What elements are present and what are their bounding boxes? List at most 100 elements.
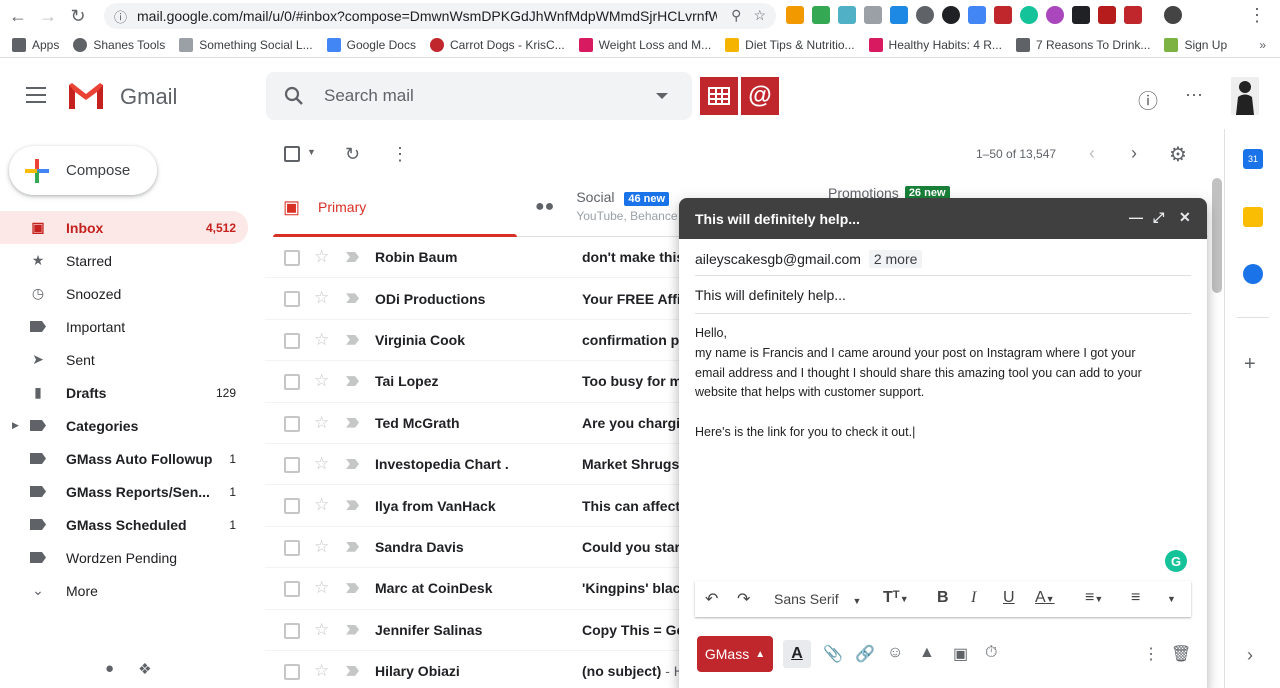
gmass-send-button[interactable]: GMass ▲ <box>697 636 773 672</box>
hangouts-icon[interactable]: ❖ <box>138 660 151 678</box>
italic-icon[interactable]: I <box>971 589 976 607</box>
link-icon[interactable]: 🔗 <box>855 644 875 664</box>
sidebar-item-wordzen-pending[interactable]: Wordzen Pending <box>0 541 256 574</box>
row-checkbox[interactable] <box>284 498 300 515</box>
more-recipients-chip[interactable]: 2 more <box>868 250 923 268</box>
zoom-icon[interactable]: ⚲ <box>731 7 741 24</box>
contacts-icon[interactable]: ● <box>105 660 114 678</box>
extension-icon[interactable] <box>1098 6 1116 24</box>
insert-photo-icon[interactable]: ▣ <box>953 644 968 664</box>
important-marker-icon[interactable] <box>346 541 359 552</box>
star-icon[interactable]: ☆ <box>314 413 329 433</box>
extension-icon[interactable] <box>864 6 882 24</box>
star-icon[interactable]: ☆ <box>314 661 329 681</box>
important-marker-icon[interactable] <box>346 583 359 594</box>
star-icon[interactable]: ☆ <box>314 454 329 474</box>
sidebar-item-gmass-reports[interactable]: GMass Reports/Sen... 1 <box>0 475 256 508</box>
discard-draft-icon[interactable]: 🗑 <box>1171 644 1191 664</box>
bookmark-star-icon[interactable]: ☆ <box>753 7 766 24</box>
tab-primary[interactable]: ▣ Primary <box>273 178 517 237</box>
extension-icon[interactable] <box>916 6 934 24</box>
forward-icon[interactable]: → <box>36 4 60 28</box>
apps-grid-icon[interactable]: ⋯ <box>1185 85 1203 106</box>
search-icon[interactable] <box>284 86 304 106</box>
sidebar-item-categories[interactable]: ▶ Categories <box>0 409 256 442</box>
minimize-icon[interactable]: — <box>1129 209 1143 225</box>
row-checkbox[interactable] <box>284 663 300 680</box>
bookmark-item[interactable]: Google Docs <box>326 37 416 52</box>
important-marker-icon[interactable] <box>346 293 359 304</box>
important-marker-icon[interactable] <box>346 376 359 387</box>
attach-icon[interactable]: 📎 <box>823 644 843 664</box>
sidebar-item-inbox[interactable]: ▣ Inbox 4,512 <box>0 211 248 244</box>
subject-field[interactable]: This will definitely help... <box>695 278 1191 314</box>
bookmark-item[interactable]: Sign Up <box>1164 37 1227 52</box>
extension-icon[interactable] <box>1020 6 1038 24</box>
extension-icon[interactable] <box>838 6 856 24</box>
font-size-icon[interactable]: Tᵀ▼ <box>883 589 909 607</box>
important-marker-icon[interactable] <box>346 417 359 428</box>
more-options-icon[interactable]: ⋮ <box>391 144 409 165</box>
bookmark-item[interactable]: Carrot Dogs - KrisC... <box>429 37 565 52</box>
extension-icon[interactable] <box>786 6 804 24</box>
row-checkbox[interactable] <box>284 250 300 266</box>
gmass-spreadsheet-button[interactable] <box>700 77 738 115</box>
star-icon[interactable]: ☆ <box>314 371 329 391</box>
recipients-field[interactable]: aileyscakesgb@gmail.com 2 more <box>695 242 1191 276</box>
text-color-icon[interactable]: A▼ <box>1035 589 1055 607</box>
sidebar-item-starred[interactable]: ★ Starred <box>0 244 256 277</box>
row-checkbox[interactable] <box>284 415 300 432</box>
bookmark-item[interactable]: Healthy Habits: 4 R... <box>868 37 1002 52</box>
extension-icon[interactable] <box>968 6 986 24</box>
star-icon[interactable]: ☆ <box>314 620 329 640</box>
refresh-icon[interactable]: ↻ <box>345 144 360 165</box>
star-icon[interactable]: ☆ <box>314 330 329 350</box>
expand-caret-icon[interactable]: ▶ <box>12 420 19 431</box>
bookmark-item[interactable]: 7 Reasons To Drink... <box>1015 37 1150 52</box>
row-checkbox[interactable] <box>284 622 300 639</box>
compose-header[interactable]: This will definitely help... — ⤢ ✕ <box>679 198 1207 239</box>
extension-icon[interactable] <box>890 6 908 24</box>
keep-icon[interactable] <box>1243 207 1263 227</box>
star-icon[interactable]: ☆ <box>314 288 329 308</box>
emoji-icon[interactable]: ☺ <box>887 644 903 662</box>
row-checkbox[interactable] <box>284 539 300 556</box>
calendar-icon[interactable]: 31 <box>1243 149 1263 169</box>
add-addon-icon[interactable]: + <box>1244 353 1256 376</box>
search-input[interactable]: Search mail <box>324 86 414 106</box>
more-formatting-icon[interactable]: ▼ <box>1167 594 1176 604</box>
sidebar-item-snoozed[interactable]: ◷ Snoozed <box>0 277 256 310</box>
search-options-icon[interactable] <box>656 93 668 99</box>
row-checkbox[interactable] <box>284 332 300 349</box>
bookmark-item[interactable]: Apps <box>12 37 59 52</box>
address-bar[interactable]: ⓘ mail.google.com/mail/u/0/#inbox?compos… <box>104 3 776 29</box>
important-marker-icon[interactable] <box>346 665 359 676</box>
gmass-at-button[interactable]: @ <box>741 77 779 115</box>
numbered-list-icon[interactable]: ≡ <box>1131 589 1140 607</box>
sidebar-item-sent[interactable]: ➤ Sent <box>0 343 256 376</box>
extension-icon[interactable] <box>1046 6 1064 24</box>
star-icon[interactable]: ☆ <box>314 578 329 598</box>
align-icon[interactable]: ≡▼ <box>1085 589 1103 607</box>
info-icon[interactable]: ⓘ <box>114 7 127 26</box>
avatar[interactable] <box>1231 77 1259 115</box>
underline-icon[interactable]: U <box>1003 589 1015 607</box>
bold-icon[interactable]: B <box>937 589 949 607</box>
compose-button[interactable]: Compose <box>9 146 157 195</box>
important-marker-icon[interactable] <box>346 252 359 262</box>
bookmark-item[interactable]: Diet Tips & Nutritio... <box>725 37 855 52</box>
confidential-mode-icon[interactable]: ⏱ <box>985 644 997 662</box>
sidebar-item-gmass-auto-followup[interactable]: GMass Auto Followup 1 <box>0 442 256 475</box>
tasks-icon[interactable] <box>1243 264 1263 284</box>
row-checkbox[interactable] <box>284 581 300 598</box>
formatting-options-icon[interactable]: A <box>783 640 811 668</box>
help-icon[interactable]: ⓘ <box>1138 85 1158 114</box>
profile-icon[interactable] <box>1164 6 1182 24</box>
important-marker-icon[interactable] <box>346 624 359 635</box>
redo-icon[interactable]: ↷ <box>737 589 750 609</box>
main-menu-icon[interactable] <box>26 87 46 103</box>
extension-icon[interactable] <box>812 6 830 24</box>
extension-icon[interactable] <box>1124 6 1142 24</box>
row-checkbox[interactable] <box>284 456 300 473</box>
fullscreen-icon[interactable]: ⤢ <box>1153 209 1164 226</box>
